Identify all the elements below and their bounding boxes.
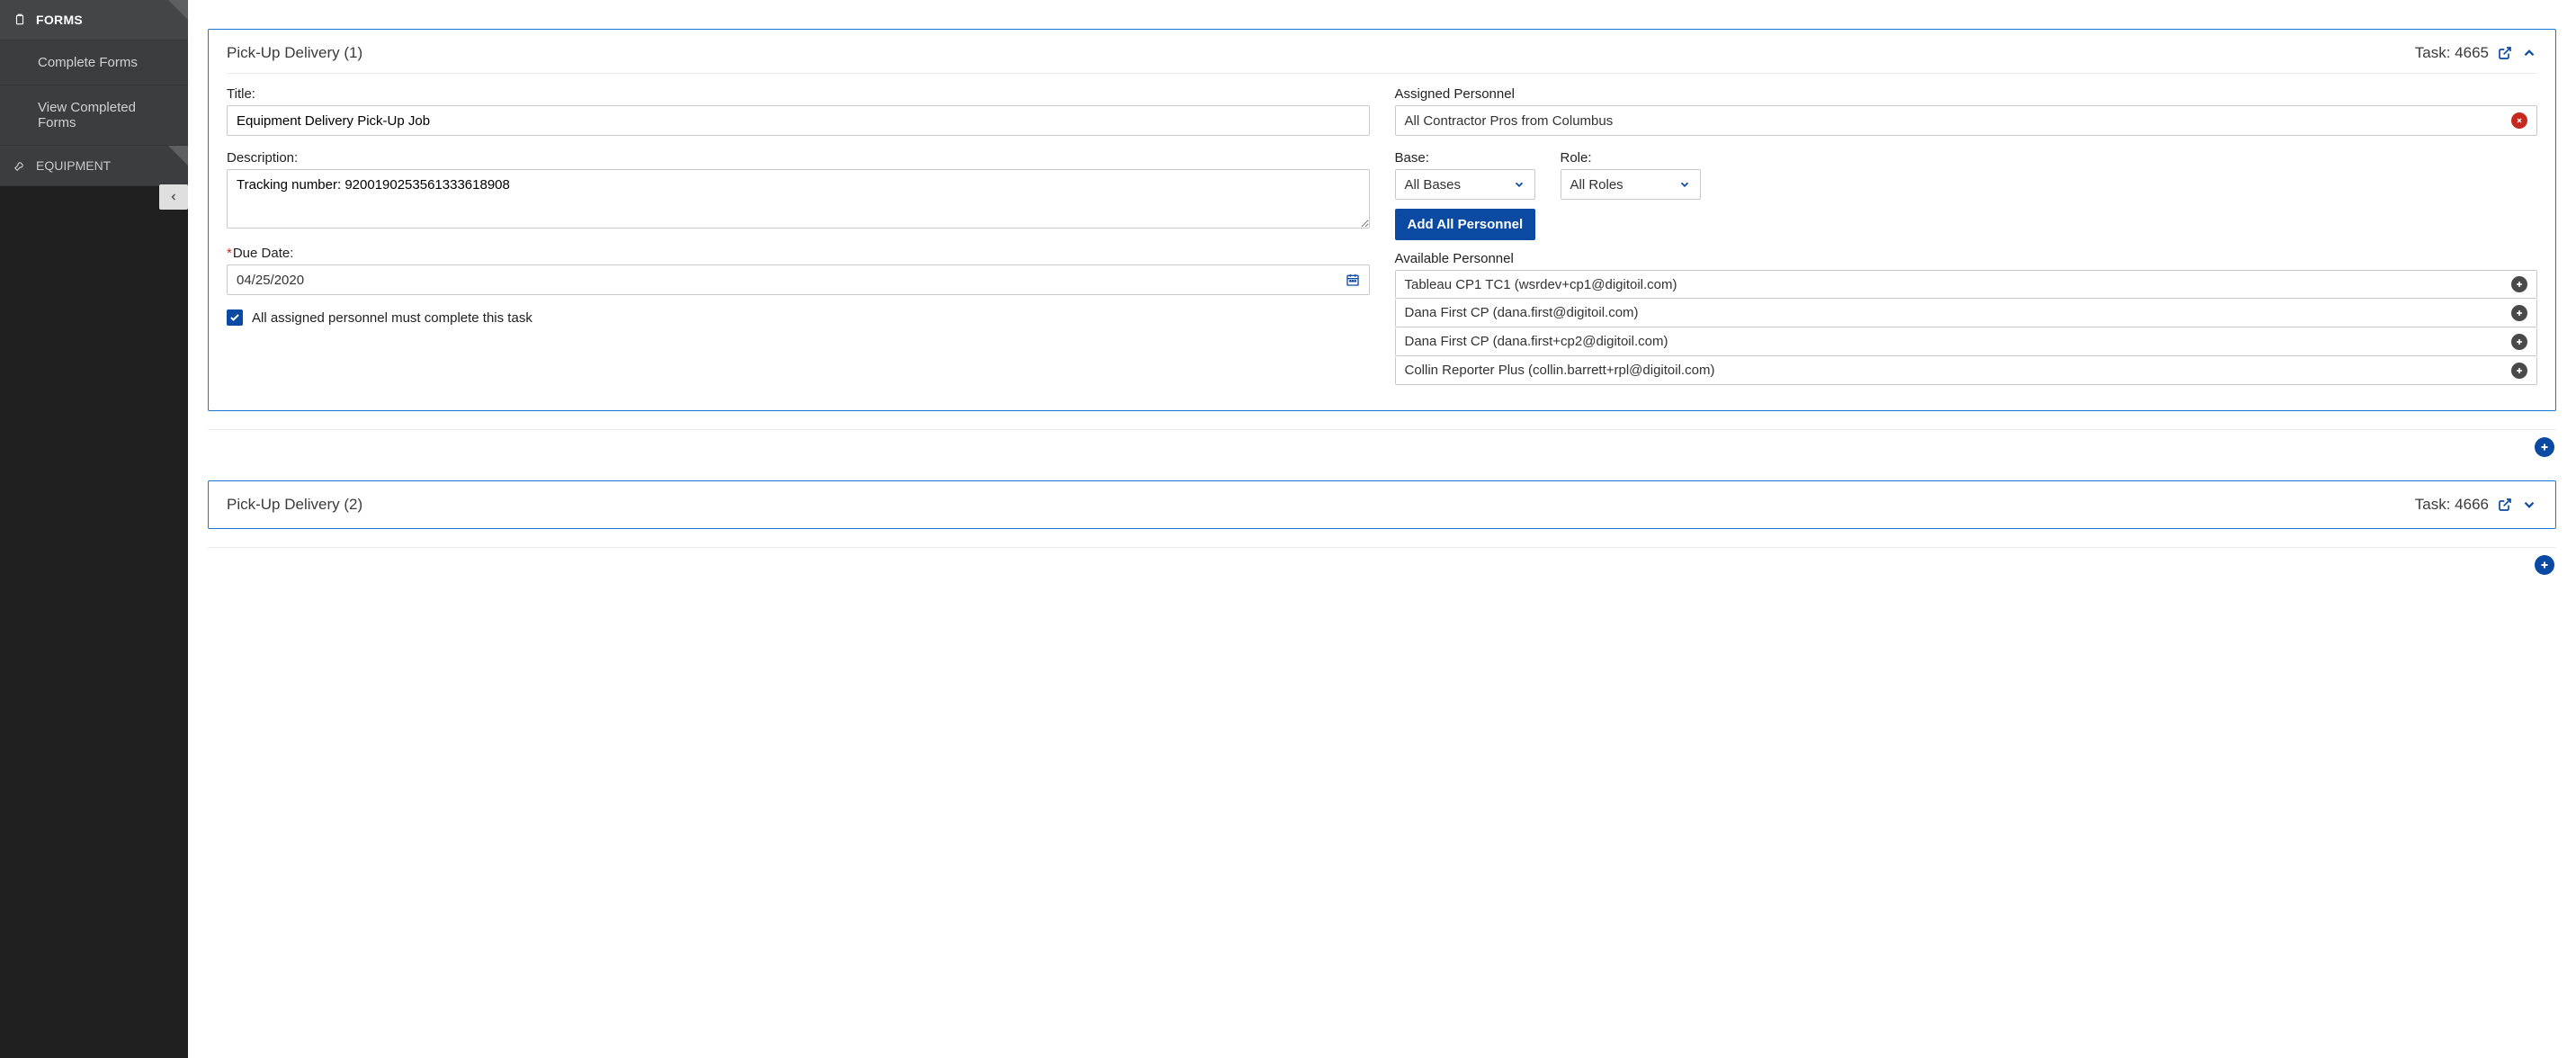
task-id-label: Task: 4666 [2415,496,2489,514]
base-value: All Bases [1405,177,1462,193]
task-card-title: Pick-Up Delivery (2) [227,496,362,514]
task-form: Title: Description: Due Date: 04/25/2020 [227,86,2537,385]
add-task-button[interactable] [2535,555,2554,575]
person-row: Dana First CP (dana.first@digitoil.com) [1395,299,2538,327]
base-select[interactable]: All Bases [1395,169,1535,200]
task-card-actions: Task: 4666 [2415,496,2537,514]
person-label: Collin Reporter Plus (collin.barrett+rpl… [1405,363,1715,378]
due-date-value: 04/25/2020 [237,273,304,288]
sidebar-section-forms[interactable]: FORMS [0,0,188,40]
all-must-complete-label: All assigned personnel must complete thi… [252,310,532,326]
assigned-personnel-value: All Contractor Pros from Columbus [1405,113,1614,129]
add-person-button[interactable] [2511,276,2527,292]
assigned-label: Assigned Personnel [1395,86,2538,102]
add-task-row [208,547,2556,598]
task-card-actions: Task: 4665 [2415,44,2537,62]
add-person-button[interactable] [2511,363,2527,379]
task-id-label: Task: 4665 [2415,44,2489,62]
plus-icon [2539,560,2550,570]
person-row: Collin Reporter Plus (collin.barrett+rpl… [1395,356,2538,385]
add-all-personnel-button[interactable]: Add All Personnel [1395,209,1536,240]
person-label: Tableau CP1 TC1 (wsrdev+cp1@digitoil.com… [1405,277,1677,292]
task-card-1: Pick-Up Delivery (1) Task: 4665 [208,29,2556,411]
person-label: Dana First CP (dana.first+cp2@digitoil.c… [1405,334,1668,349]
base-label: Base: [1395,150,1535,166]
add-person-button[interactable] [2511,334,2527,350]
all-must-complete-row: All assigned personnel must complete thi… [227,309,1370,326]
add-task-button[interactable] [2535,437,2554,457]
clipboard-icon [13,13,27,27]
due-date-input[interactable]: 04/25/2020 [227,264,1370,295]
sidebar: FORMS Complete Forms View Completed Form… [0,0,188,1058]
person-row: Tableau CP1 TC1 (wsrdev+cp1@digitoil.com… [1395,270,2538,299]
plus-icon [2515,309,2524,318]
external-link-icon[interactable] [2498,498,2512,512]
title-label: Title: [227,86,1370,102]
role-select[interactable]: All Roles [1561,169,1701,200]
sidebar-collapse[interactable] [159,184,188,210]
add-task-row [208,429,2556,480]
available-personnel-list: Tableau CP1 TC1 (wsrdev+cp1@digitoil.com… [1395,270,2538,385]
corner-decoration [168,146,188,166]
add-person-button[interactable] [2511,305,2527,321]
wrench-icon [13,158,27,173]
person-label: Dana First CP (dana.first@digitoil.com) [1405,305,1639,320]
x-icon [2516,117,2523,124]
task-card-header: Pick-Up Delivery (1) Task: 4665 [227,44,2537,74]
sidebar-section-equipment[interactable]: EQUIPMENT [0,146,188,186]
sidebar-section-equipment-label: EQUIPMENT [36,158,111,173]
external-link-icon[interactable] [2498,46,2512,60]
check-icon [229,312,240,323]
person-row: Dana First CP (dana.first+cp2@digitoil.c… [1395,327,2538,356]
task-card-2: Pick-Up Delivery (2) Task: 4666 [208,480,2556,529]
due-date-label: Due Date: [227,246,1370,261]
sidebar-forms-submenu: Complete Forms View Completed Forms [0,40,188,146]
title-input[interactable] [227,105,1370,136]
available-personnel-label: Available Personnel [1395,251,2538,266]
task-card-header: Pick-Up Delivery (2) Task: 4666 [227,496,2537,514]
role-label: Role: [1561,150,1701,166]
calendar-icon [1346,273,1360,287]
main-content: Pick-Up Delivery (1) Task: 4665 [188,0,2576,1058]
plus-icon [2515,366,2524,375]
task-form-left: Title: Description: Due Date: 04/25/2020 [227,86,1370,385]
corner-decoration [168,0,188,20]
description-label: Description: [227,150,1370,166]
chevron-down-icon [1678,178,1691,191]
plus-icon [2515,280,2524,289]
remove-assigned-button[interactable] [2511,112,2527,129]
task-form-right: Assigned Personnel All Contractor Pros f… [1395,86,2538,385]
collapse-toggle[interactable] [2521,45,2537,61]
plus-icon [2539,442,2550,453]
expand-toggle[interactable] [2521,497,2537,513]
assigned-personnel-box[interactable]: All Contractor Pros from Columbus [1395,105,2538,136]
chevron-left-icon [168,192,179,202]
all-must-complete-checkbox[interactable] [227,309,243,326]
chevron-down-icon [1513,178,1525,191]
description-input[interactable] [227,169,1370,229]
task-card-title: Pick-Up Delivery (1) [227,44,362,62]
plus-icon [2515,337,2524,346]
sidebar-item-complete-forms[interactable]: Complete Forms [0,40,188,85]
sidebar-section-forms-label: FORMS [36,13,83,27]
sidebar-item-view-completed-forms[interactable]: View Completed Forms [0,85,188,146]
role-value: All Roles [1570,177,1623,193]
